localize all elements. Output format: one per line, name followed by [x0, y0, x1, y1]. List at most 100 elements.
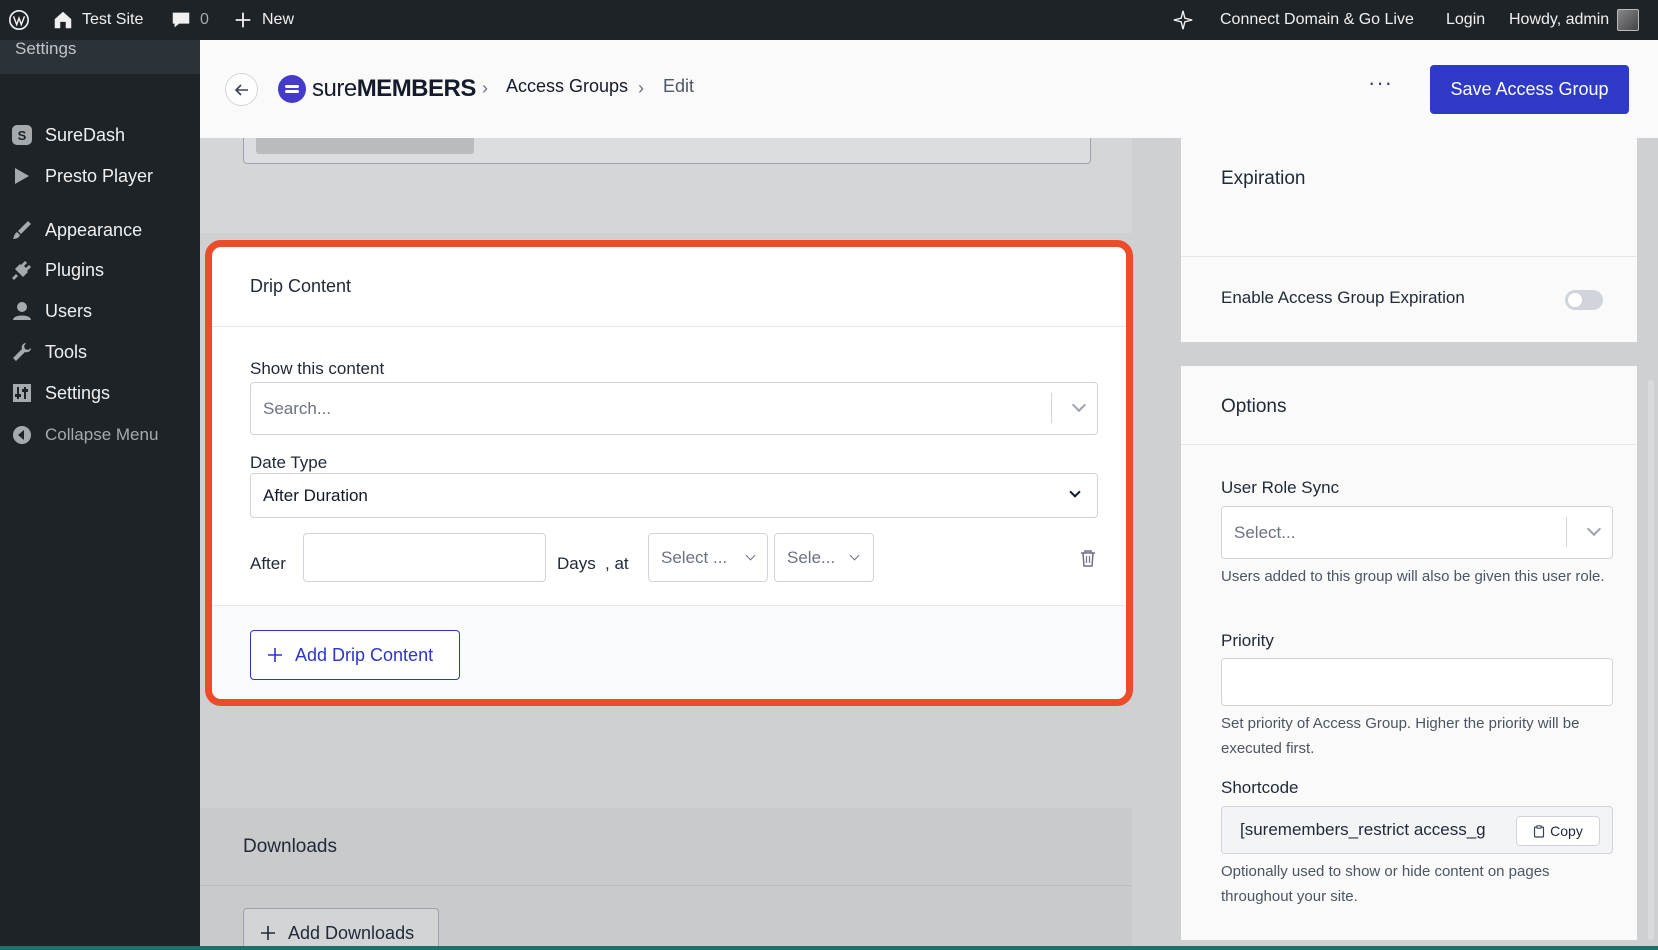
- home-icon: [54, 11, 72, 29]
- add-downloads-button[interactable]: Add Downloads: [243, 908, 439, 950]
- collapse-icon: [11, 424, 33, 446]
- chevron-down-icon: [1069, 486, 1081, 498]
- plus-icon: [268, 648, 282, 662]
- sidebar-settings-top[interactable]: Settings: [0, 40, 200, 74]
- suredash-icon: S: [11, 124, 33, 146]
- trash-icon[interactable]: [1080, 549, 1096, 567]
- add-drip-content-label: Add Drip Content: [295, 644, 434, 665]
- new-content-link[interactable]: New: [232, 0, 294, 40]
- back-button[interactable]: [225, 73, 258, 106]
- sidebar-item-appearance[interactable]: Appearance: [0, 212, 200, 248]
- sidebar-item-plugins[interactable]: Plugins: [0, 252, 200, 288]
- sidebar-item-label: SureDash: [45, 124, 126, 145]
- breadcrumb-access-groups[interactable]: Access Groups: [506, 76, 628, 97]
- downloads-title: Downloads: [243, 836, 337, 857]
- howdy-label: Howdy, admin: [1509, 11, 1610, 28]
- plus-icon: [261, 926, 275, 940]
- shortcode-field[interactable]: [suremembers_restrict access_g Copy: [1221, 806, 1613, 854]
- bottom-edge: [0, 946, 1658, 950]
- shortcode-help: Optionally used to show or hide content …: [1221, 863, 1550, 905]
- expiration-toggle[interactable]: [1565, 290, 1603, 310]
- sidebar-item-users[interactable]: Users: [0, 293, 200, 329]
- breadcrumb-edit: Edit: [663, 76, 695, 96]
- scrollbar[interactable]: [1648, 380, 1654, 940]
- arrow-left-icon: [234, 83, 248, 96]
- plug-icon: [11, 259, 33, 281]
- show-content-label: Show this content: [250, 359, 385, 378]
- add-drip-content-button[interactable]: Add Drip Content: [250, 630, 460, 680]
- enable-expiration-label: Enable Access Group Expiration: [1221, 288, 1465, 307]
- sidebar-item-label: Tools: [45, 341, 88, 362]
- priority-input[interactable]: [1221, 658, 1613, 706]
- downloads-card: Downloads Add Downloads: [200, 808, 1132, 950]
- suremembers-logo-icon: [278, 75, 306, 103]
- main-content: Drip Content Show this content Search...…: [200, 40, 1658, 950]
- comment-icon: [172, 12, 190, 28]
- shortcode-value: [suremembers_restrict access_g: [1240, 820, 1486, 839]
- user-role-sync-label: User Role Sync: [1221, 478, 1340, 497]
- date-type-select[interactable]: After Duration: [250, 473, 1098, 518]
- comments-link[interactable]: 0: [170, 0, 209, 40]
- connect-domain-link[interactable]: Connect Domain & Go Live: [1220, 0, 1414, 40]
- site-name-link[interactable]: Test Site: [52, 0, 143, 40]
- drip-content-footer: Add Drip Content: [212, 605, 1126, 699]
- top-header-bar: sureMEMBERS › Access Groups › Edit ··· S…: [200, 40, 1658, 138]
- copy-shortcode-button[interactable]: Copy: [1516, 816, 1600, 846]
- copy-label: Copy: [1550, 823, 1583, 839]
- brand-bold: MEMBERS: [356, 75, 477, 102]
- sidebar-item-suredash[interactable]: S SureDash: [0, 117, 200, 153]
- select-placeholder: Select ...: [661, 547, 728, 567]
- svg-text:S: S: [18, 128, 27, 143]
- add-downloads-label: Add Downloads: [288, 922, 415, 943]
- select-divider: [1051, 393, 1052, 423]
- sidebar-collapse-menu[interactable]: Collapse Menu: [0, 417, 200, 453]
- save-access-group-button[interactable]: Save Access Group: [1430, 65, 1629, 114]
- show-content-search-select[interactable]: Search...: [250, 382, 1098, 435]
- sidebar-item-label: Collapse Menu: [45, 425, 159, 444]
- site-name: Test Site: [82, 11, 144, 28]
- drip-content-header: Drip Content: [212, 247, 1126, 327]
- user-role-sync-select[interactable]: Select...: [1221, 506, 1613, 559]
- chevron-right-icon: ›: [638, 78, 644, 98]
- sidebar-item-label: Settings: [45, 382, 111, 403]
- at-label: , at: [605, 554, 629, 573]
- expiration-card: Expiration Enable Access Group Expiratio…: [1181, 138, 1637, 342]
- sidebar-item-settings[interactable]: Settings: [0, 375, 200, 411]
- time-hour-select[interactable]: Select ...: [648, 533, 768, 582]
- drip-content-title: Drip Content: [250, 276, 352, 296]
- chevron-down-icon: [849, 550, 860, 561]
- duration-days-input[interactable]: [303, 533, 546, 582]
- previous-content-select[interactable]: [243, 138, 1091, 164]
- avatar: [1617, 9, 1640, 31]
- account-menu[interactable]: Howdy, admin: [1509, 0, 1640, 40]
- chevron-right-icon: ›: [482, 78, 488, 98]
- options-card: Options User Role Sync Select... Users a…: [1181, 366, 1637, 940]
- time-minute-select[interactable]: Sele...: [774, 533, 874, 582]
- comments-count: 0: [200, 11, 209, 28]
- divider: [1181, 256, 1637, 257]
- chevron-down-icon: [1586, 521, 1602, 537]
- expiration-title: Expiration: [1221, 168, 1306, 189]
- user-icon: [11, 300, 33, 322]
- priority-label: Priority: [1221, 631, 1274, 650]
- new-label: New: [262, 11, 295, 28]
- days-label: Days: [557, 554, 596, 573]
- admin-sidebar: Settings S SureDash Presto Player Appear…: [0, 40, 200, 950]
- chevron-down-icon: [745, 550, 756, 561]
- options-title: Options: [1221, 396, 1287, 417]
- sidebar-item-tools[interactable]: Tools: [0, 334, 200, 370]
- search-placeholder: Search...: [263, 398, 332, 418]
- wordpress-logo-icon[interactable]: [8, 0, 30, 40]
- login-link[interactable]: Login: [1446, 0, 1485, 40]
- more-options-button[interactable]: ···: [1368, 70, 1393, 96]
- brand-light: sure: [312, 75, 357, 102]
- sidebar-item-presto-player[interactable]: Presto Player: [0, 158, 200, 194]
- sparkle-icon[interactable]: [1172, 0, 1194, 40]
- drip-content-card: Drip Content Show this content Search...…: [205, 240, 1133, 706]
- admin-bar: Test Site 0 New Connect Domain & Go Live…: [0, 0, 1658, 40]
- sidebar-item-label: Presto Player: [45, 165, 154, 186]
- date-type-label: Date Type: [250, 453, 328, 472]
- shortcode-label: Shortcode: [1221, 778, 1299, 797]
- clipboard-icon: [1534, 824, 1545, 838]
- sliders-icon: [11, 382, 33, 404]
